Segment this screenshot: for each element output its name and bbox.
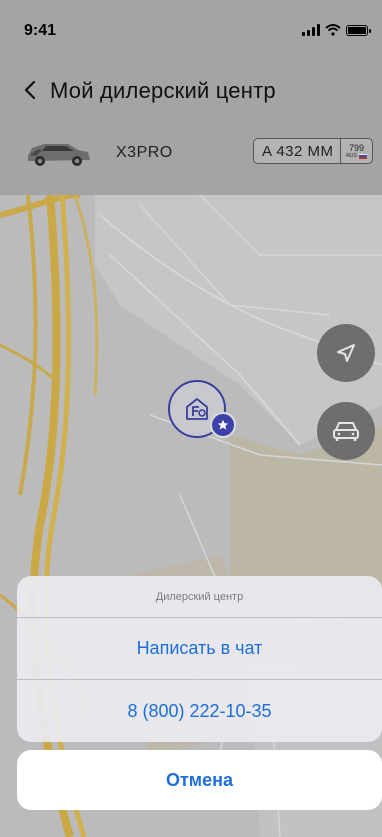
write-to-chat-button[interactable]: Написать в чат [17,618,382,680]
license-plate: A 432 MM 799 RUS [253,138,373,164]
car-model: X3PRO [116,144,173,161]
star-icon [217,419,229,430]
navigate-button[interactable] [317,324,375,382]
signal-icon [302,24,320,36]
car-image [28,144,90,166]
status-time: 9:41 [24,22,57,39]
car-icon [333,422,359,441]
wifi-icon [325,24,341,36]
call-phone-button[interactable]: 8 (800) 222-10-35 [17,680,382,742]
vehicle-row[interactable]: X3PRO A 432 MM 799 RUS [0,126,382,178]
status-bar: 9:41 [0,0,382,52]
action-sheet-title: Дилерский центр [17,576,382,618]
nav-bar: Мой дилерский центр [0,68,382,112]
plate-region: 799 RUS [340,139,372,163]
page-title: Мой дилерский центр [50,78,276,103]
location-arrow-icon [337,344,355,362]
status-icons [302,24,371,36]
cancel-button[interactable]: Отмена [17,750,382,810]
russia-flag-icon [358,153,367,159]
chevron-left-icon [24,80,36,100]
action-sheet: Дилерский центр Написать в чат 8 (800) 2… [17,576,382,742]
dealer-star-badge [210,412,236,438]
battery-icon [346,24,371,36]
plate-region-number: 799 [348,143,365,153]
header: 9:41 Мой дилерский центр X3PRO A 432 MM … [0,0,382,195]
car-location-button[interactable] [317,402,375,460]
plate-country: RUS [346,153,357,159]
plate-number: A 432 MM [262,142,334,160]
screen: 9:41 Мой дилерский центр X3PRO A 432 MM … [0,0,382,837]
dealer-building-icon [186,398,208,420]
back-button[interactable] [18,78,42,102]
